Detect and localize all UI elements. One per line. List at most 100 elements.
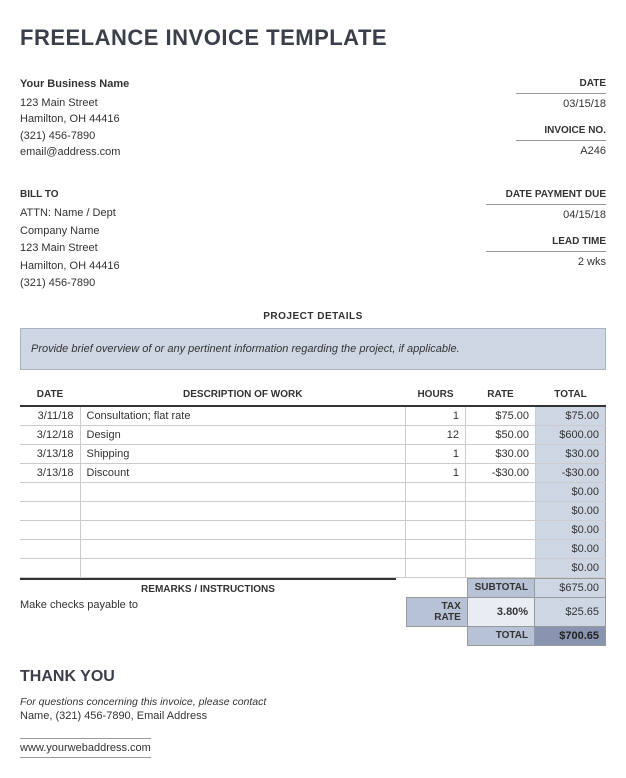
cell-total: -$30.00 xyxy=(536,463,606,482)
cell-date xyxy=(20,501,80,520)
lead-label: LEAD TIME xyxy=(486,234,606,249)
table-row: $0.00 xyxy=(20,539,606,558)
due-label: DATE PAYMENT DUE xyxy=(486,187,606,202)
cell-desc: Shipping xyxy=(80,444,406,463)
col-desc: DESCRIPTION OF WORK xyxy=(80,384,406,406)
cell-desc xyxy=(80,482,406,501)
cell-total: $0.00 xyxy=(536,501,606,520)
cell-rate: -$30.00 xyxy=(466,463,536,482)
cell-date xyxy=(20,558,80,577)
total-label: TOTAL xyxy=(467,626,534,645)
cell-date: 3/11/18 xyxy=(20,406,80,426)
cell-hours xyxy=(406,558,466,577)
col-total: TOTAL xyxy=(536,384,606,406)
header-row: Your Business Name 123 Main Street Hamil… xyxy=(20,76,606,169)
sender-citystate: Hamilton, OH 44416 xyxy=(20,111,129,128)
cell-desc xyxy=(80,539,406,558)
billto-row: BILL TO ATTN: Name / Dept Company Name 1… xyxy=(20,187,606,293)
totals-column: SUBTOTAL $675.00 TAX RATE 3.80% $25.65 T… xyxy=(406,578,606,646)
billto-phone: (321) 456-7890 xyxy=(20,275,120,293)
table-row: 3/13/18Discount1-$30.00-$30.00 xyxy=(20,463,606,482)
col-rate: RATE xyxy=(466,384,536,406)
cell-rate xyxy=(466,501,536,520)
table-row: $0.00 xyxy=(20,501,606,520)
cell-desc: Discount xyxy=(80,463,406,482)
cell-hours xyxy=(406,482,466,501)
cell-hours xyxy=(406,539,466,558)
col-date: DATE xyxy=(20,384,80,406)
invoice-no-label: INVOICE NO. xyxy=(516,123,606,138)
tax-value: $25.65 xyxy=(535,597,606,626)
sender-email: email@address.com xyxy=(20,144,129,161)
taxrate-label: TAX RATE xyxy=(407,597,468,626)
cell-hours xyxy=(406,501,466,520)
table-row: 3/11/18Consultation; flat rate1$75.00$75… xyxy=(20,406,606,426)
cell-date xyxy=(20,539,80,558)
date-value: 03/15/18 xyxy=(516,96,606,113)
table-header-row: DATE DESCRIPTION OF WORK HOURS RATE TOTA… xyxy=(20,384,606,406)
sender-street: 123 Main Street xyxy=(20,95,129,112)
contact-note: For questions concerning this invoice, p… xyxy=(20,696,606,708)
payment-meta: DATE PAYMENT DUE 04/15/18 LEAD TIME 2 wk… xyxy=(486,187,606,293)
thank-you: THANK YOU xyxy=(20,668,606,686)
cell-rate xyxy=(466,539,536,558)
cell-total: $75.00 xyxy=(536,406,606,426)
cell-date xyxy=(20,482,80,501)
billto-citystate: Hamilton, OH 44416 xyxy=(20,258,120,276)
taxrate-percent: 3.80% xyxy=(467,597,534,626)
cell-date: 3/13/18 xyxy=(20,444,80,463)
cell-date: 3/13/18 xyxy=(20,463,80,482)
cell-date: 3/12/18 xyxy=(20,425,80,444)
contact-line: Name, (321) 456-7890, Email Address xyxy=(20,710,606,722)
col-hours: HOURS xyxy=(406,384,466,406)
date-label: DATE xyxy=(516,76,606,91)
cell-rate xyxy=(466,558,536,577)
subtotal-value: $675.00 xyxy=(535,578,606,597)
billto-title: BILL TO xyxy=(20,187,120,203)
line-items-table: DATE DESCRIPTION OF WORK HOURS RATE TOTA… xyxy=(20,384,606,578)
cell-total: $0.00 xyxy=(536,539,606,558)
billto-street: 123 Main Street xyxy=(20,240,120,258)
cell-date xyxy=(20,520,80,539)
table-row: $0.00 xyxy=(20,558,606,577)
cell-hours: 12 xyxy=(406,425,466,444)
table-row: 3/13/18Shipping1$30.00$30.00 xyxy=(20,444,606,463)
cell-desc xyxy=(80,501,406,520)
subtotal-label: SUBTOTAL xyxy=(467,578,534,597)
sender-name: Your Business Name xyxy=(20,76,129,93)
cell-total: $600.00 xyxy=(536,425,606,444)
remarks-column: REMARKS / INSTRUCTIONS Make checks payab… xyxy=(20,578,406,646)
table-row: $0.00 xyxy=(20,482,606,501)
cell-desc: Consultation; flat rate xyxy=(80,406,406,426)
billto-block: BILL TO ATTN: Name / Dept Company Name 1… xyxy=(20,187,120,293)
total-value: $700.65 xyxy=(535,626,606,645)
cell-rate xyxy=(466,482,536,501)
cell-total: $0.00 xyxy=(536,520,606,539)
billto-attn: ATTN: Name / Dept xyxy=(20,205,120,223)
table-row: 3/12/18Design12$50.00$600.00 xyxy=(20,425,606,444)
bottom-section: REMARKS / INSTRUCTIONS Make checks payab… xyxy=(20,578,606,646)
remarks-text: Make checks payable to xyxy=(20,599,396,611)
project-details-heading: PROJECT DETAILS xyxy=(20,311,606,322)
cell-total: $0.00 xyxy=(536,482,606,501)
cell-rate: $75.00 xyxy=(466,406,536,426)
cell-desc: Design xyxy=(80,425,406,444)
cell-hours: 1 xyxy=(406,463,466,482)
cell-desc xyxy=(80,558,406,577)
invoice-meta: DATE 03/15/18 INVOICE NO. A246 xyxy=(516,76,606,169)
website-link[interactable]: www.yourwebaddress.com xyxy=(20,738,151,758)
cell-total: $30.00 xyxy=(536,444,606,463)
cell-rate: $50.00 xyxy=(466,425,536,444)
remarks-title: REMARKS / INSTRUCTIONS xyxy=(20,578,396,595)
sender-block: Your Business Name 123 Main Street Hamil… xyxy=(20,76,129,169)
cell-hours: 1 xyxy=(406,406,466,426)
totals-table: SUBTOTAL $675.00 TAX RATE 3.80% $25.65 T… xyxy=(406,578,606,646)
cell-total: $0.00 xyxy=(536,558,606,577)
cell-hours: 1 xyxy=(406,444,466,463)
page-title: FREELANCE INVOICE TEMPLATE xyxy=(20,25,606,51)
table-row: $0.00 xyxy=(20,520,606,539)
cell-rate: $30.00 xyxy=(466,444,536,463)
invoice-no-value: A246 xyxy=(516,143,606,160)
billto-company: Company Name xyxy=(20,223,120,241)
due-value: 04/15/18 xyxy=(486,207,606,224)
